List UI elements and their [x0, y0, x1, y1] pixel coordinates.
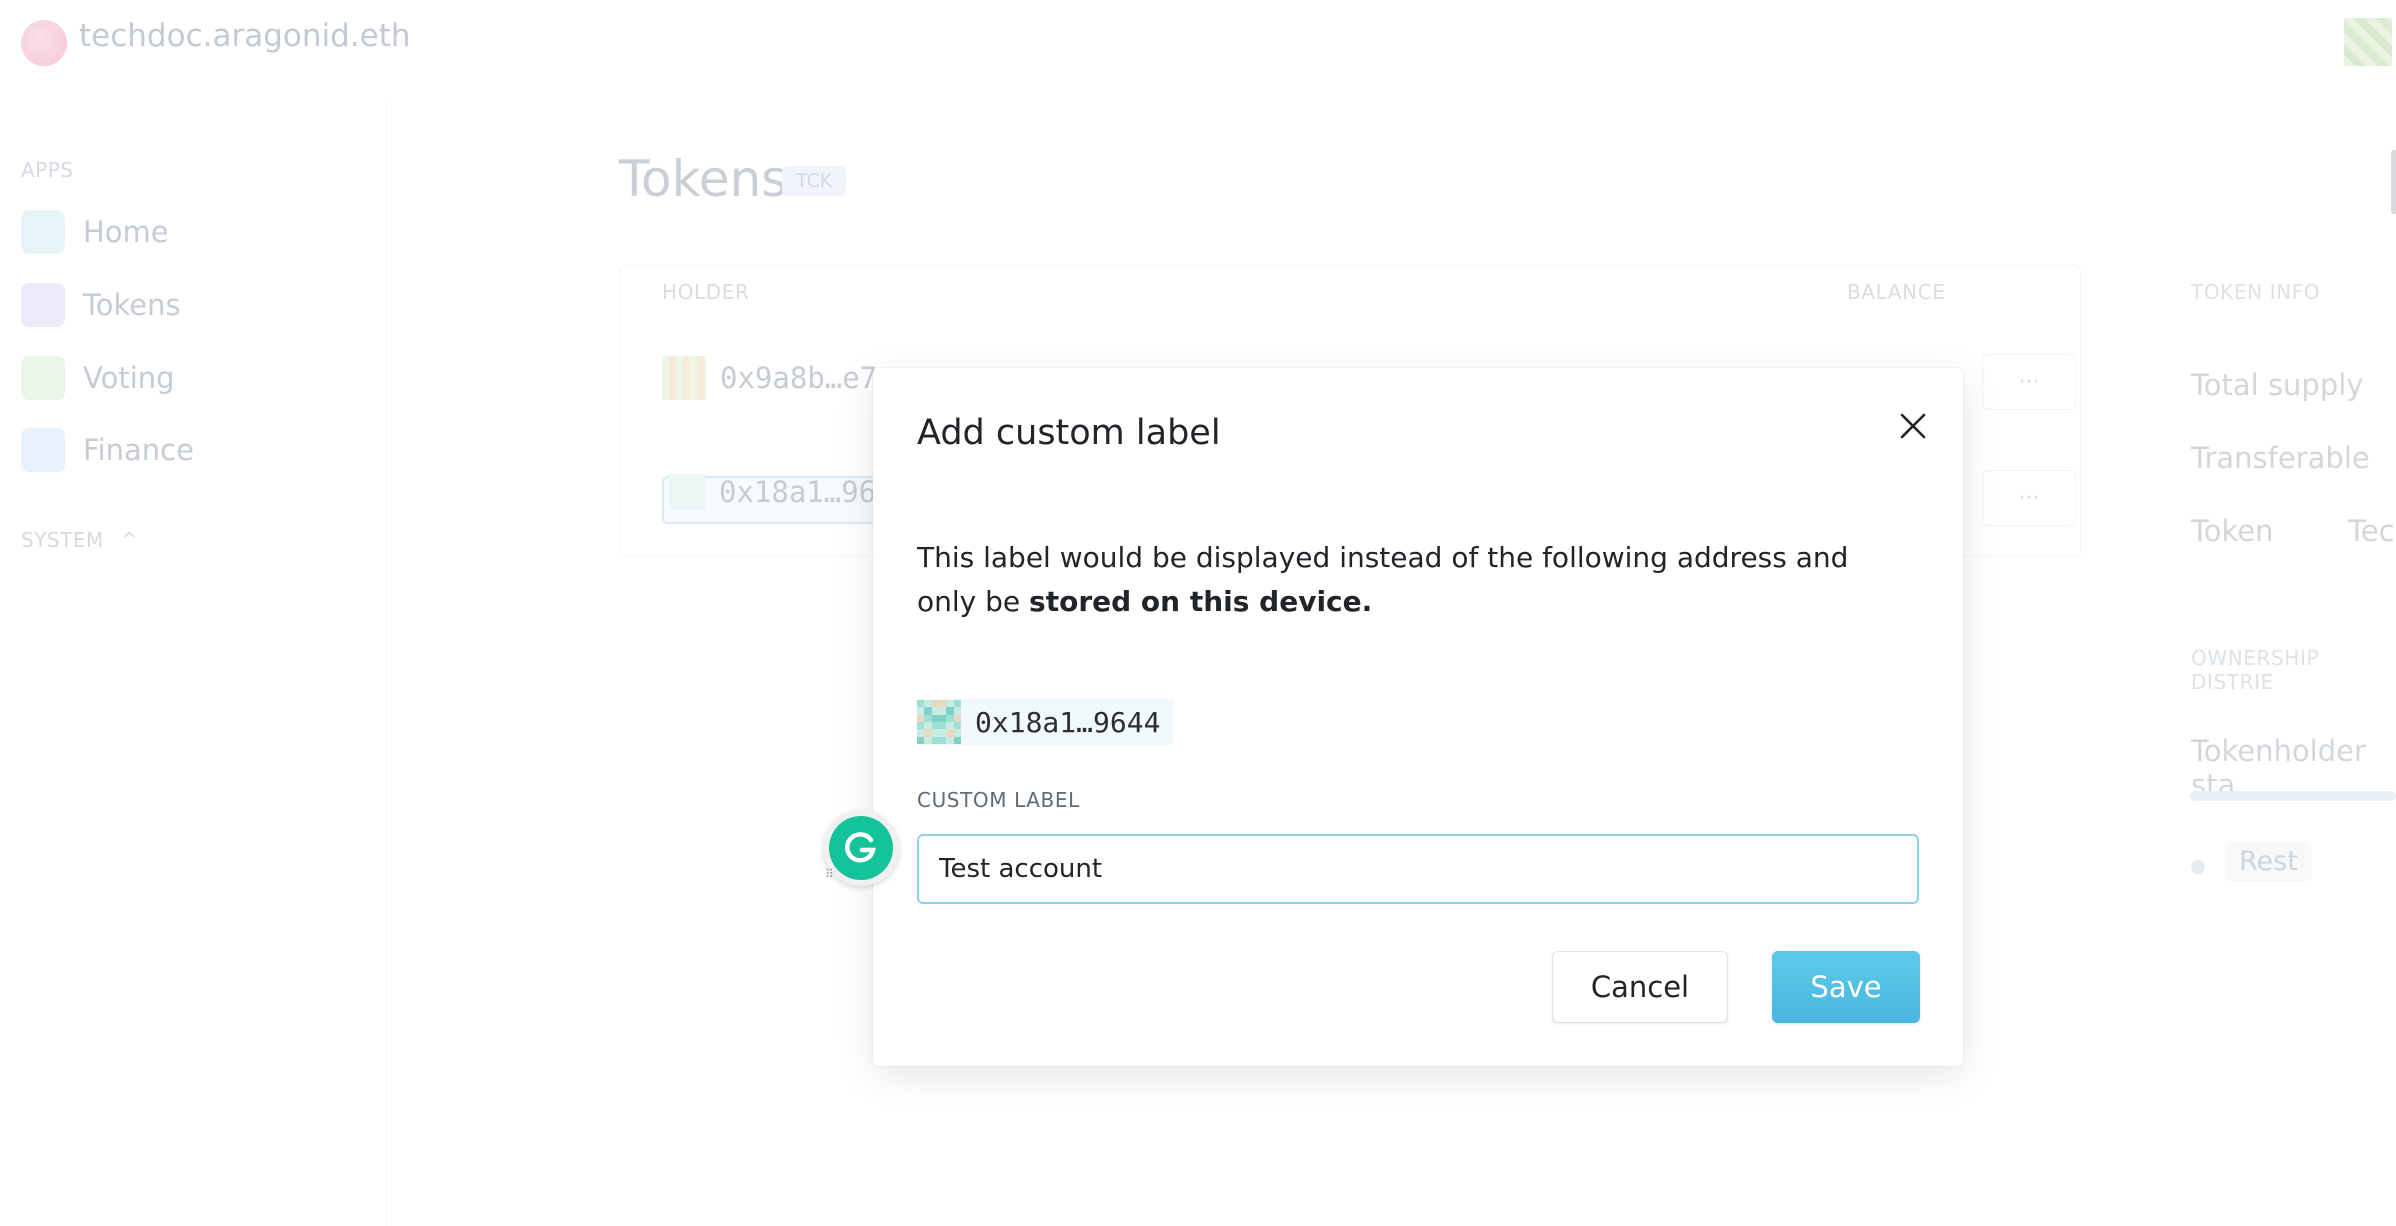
- org-name[interactable]: techdoc.aragonid.eth: [79, 18, 411, 54]
- ownership-heading: OWNERSHIP DISTRIE: [2191, 646, 2320, 694]
- holder-address[interactable]: 0x9a8b…e7: [720, 361, 877, 395]
- token-label: Token: [2191, 514, 2274, 548]
- save-button[interactable]: Save: [1772, 951, 1920, 1023]
- sidebar-item-label: Tokens: [83, 288, 181, 322]
- panel-edge: [2391, 150, 2396, 214]
- sidebar-item-tokens[interactable]: Tokens: [21, 283, 181, 327]
- address-badge[interactable]: 0x18a1…9644: [917, 699, 1175, 745]
- close-icon: [1900, 413, 1926, 439]
- account-avatar[interactable]: [2344, 18, 2392, 66]
- voting-icon: [21, 356, 65, 400]
- home-icon: [21, 210, 65, 254]
- token-symbol-badge: TCK: [782, 166, 847, 196]
- cancel-button[interactable]: Cancel: [1552, 951, 1728, 1023]
- column-balance: BALANCE: [1847, 280, 1946, 304]
- table-row[interactable]: 0x9a8b…e7: [662, 356, 877, 400]
- address-identicon: [917, 700, 961, 744]
- sidebar-item-finance[interactable]: Finance: [21, 428, 194, 472]
- page-title: Tokens: [619, 150, 788, 208]
- add-custom-label-modal: Add custom label This label would be dis…: [873, 368, 1963, 1066]
- holder-address[interactable]: 0x18a1…96: [719, 475, 876, 509]
- grammarly-g-icon: [845, 832, 876, 863]
- row-actions-button[interactable]: ···: [1982, 354, 2076, 410]
- rest-legend-dot: [2191, 860, 2205, 874]
- modal-description: This label would be displayed instead of…: [917, 536, 1897, 624]
- transferable-label: Transferable: [2191, 441, 2370, 475]
- table-row[interactable]: 0x18a1…96: [669, 474, 876, 510]
- system-heading[interactable]: SYSTEM: [21, 528, 104, 552]
- grammarly-button[interactable]: [823, 810, 899, 886]
- holder-avatar: [662, 356, 706, 400]
- grammarly-drag-handle-icon[interactable]: ⠿: [825, 868, 834, 880]
- grammarly-icon: [829, 816, 893, 880]
- tokens-icon: [21, 283, 65, 327]
- apps-heading: APPS: [21, 158, 74, 182]
- custom-label-field-label: CUSTOM LABEL: [917, 788, 1080, 812]
- finance-icon: [21, 428, 65, 472]
- sidebar-item-voting[interactable]: Voting: [21, 356, 175, 400]
- token-value: Tech: [2348, 514, 2396, 548]
- total-supply-label: Total supply: [2191, 368, 2364, 402]
- sidebar-item-home[interactable]: Home: [21, 210, 169, 254]
- row-actions-button[interactable]: ···: [1982, 470, 2076, 526]
- ownership-bar: [2190, 791, 2396, 801]
- org-logo[interactable]: [21, 20, 67, 66]
- close-button[interactable]: [1891, 404, 1935, 448]
- holder-avatar: [669, 474, 705, 510]
- custom-label-input[interactable]: [917, 834, 1919, 904]
- sidebar-item-label: Home: [83, 215, 169, 249]
- token-info-heading: TOKEN INFO: [2191, 280, 2321, 304]
- column-holder: HOLDER: [662, 280, 750, 304]
- address-text: 0x18a1…9644: [975, 705, 1161, 739]
- sidebar-item-label: Voting: [83, 361, 175, 395]
- sidebar-item-label: Finance: [83, 433, 194, 467]
- description-emphasis: stored on this device.: [1029, 585, 1373, 618]
- sidebar-divider: [386, 100, 387, 1226]
- rest-legend-label: Rest: [2225, 842, 2312, 881]
- chevron-up-icon[interactable]: ^: [121, 528, 138, 552]
- modal-title: Add custom label: [917, 413, 1221, 453]
